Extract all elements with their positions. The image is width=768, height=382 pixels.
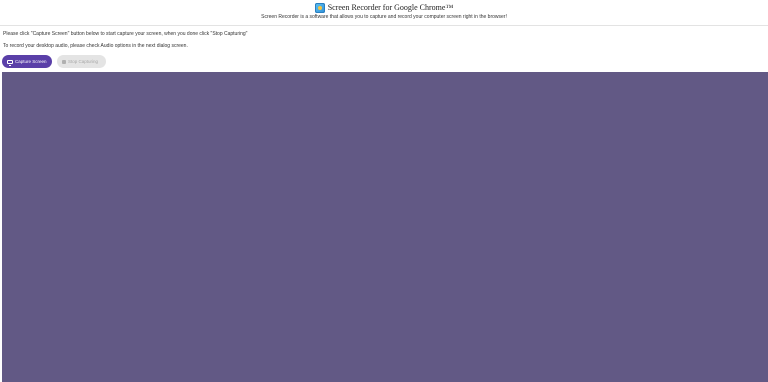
instruction-audio: To record your desktop audio, please che… xyxy=(3,43,188,49)
title-row: Screen Recorder for Google Chrome™ xyxy=(0,3,768,13)
page-subtitle: Screen Recorder is a software that allow… xyxy=(261,14,507,20)
page-title: Screen Recorder for Google Chrome™ xyxy=(327,3,454,12)
stop-capturing-label: Stop Capturing xyxy=(68,59,99,64)
screen-preview-area xyxy=(2,72,768,382)
stop-capturing-button[interactable]: Stop Capturing xyxy=(57,55,106,68)
capture-screen-button[interactable]: Capture Screen xyxy=(2,55,52,68)
screen-recorder-app-icon xyxy=(314,3,325,13)
instruction-capture: Please click "Capture Screen" button bel… xyxy=(3,31,248,37)
capture-screen-label: Capture Screen xyxy=(15,59,47,64)
stop-icon xyxy=(62,59,66,64)
app-header: Screen Recorder for Google Chrome™ Scree… xyxy=(0,0,768,26)
monitor-icon xyxy=(7,59,13,66)
